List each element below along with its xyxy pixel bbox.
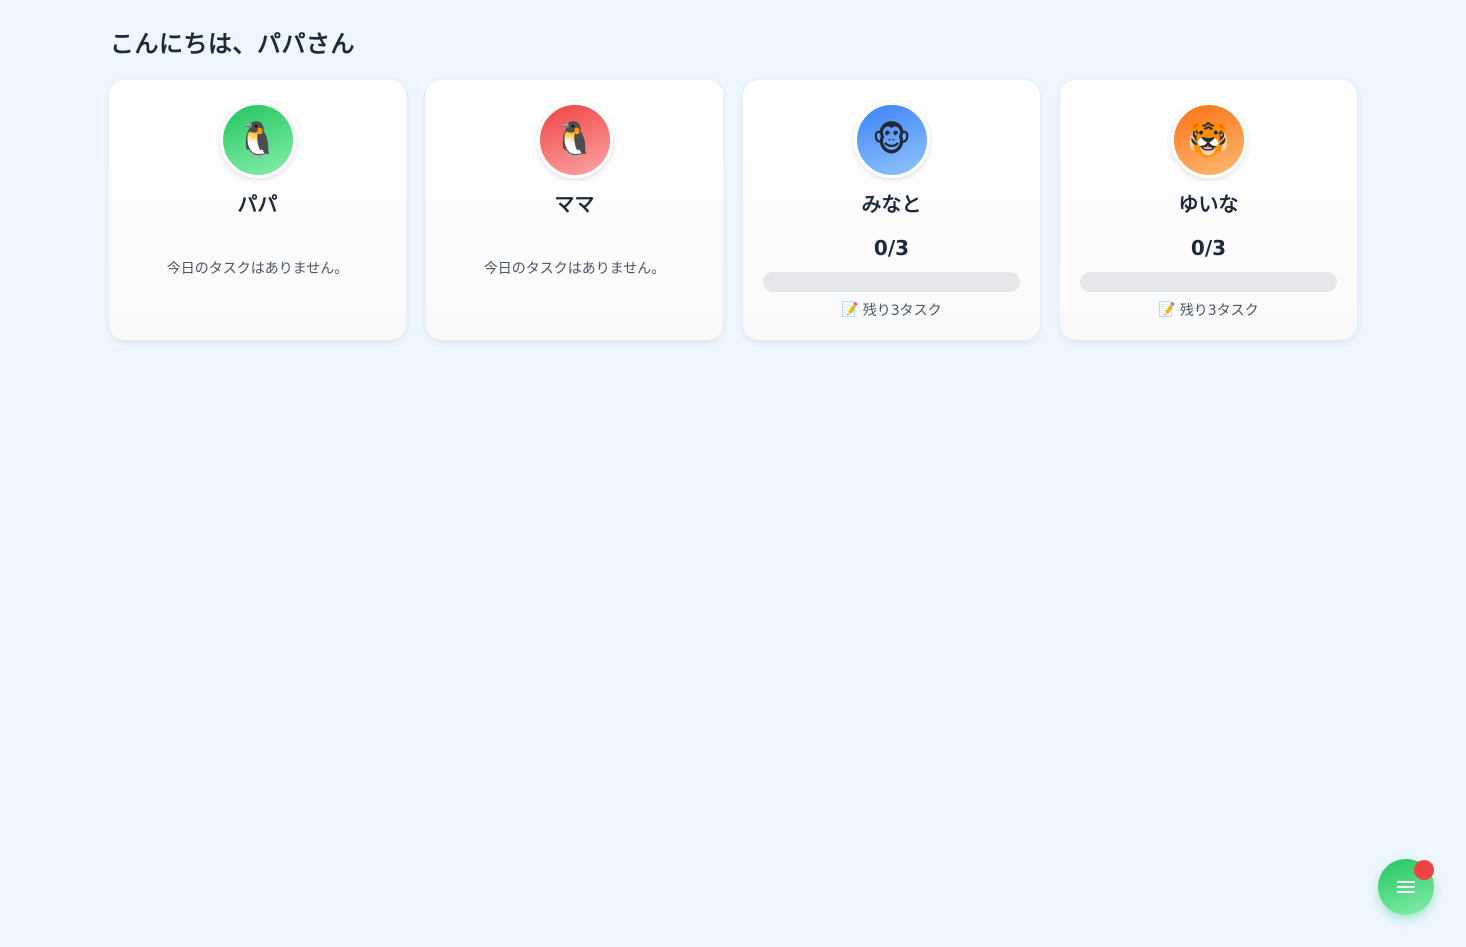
task-progress-bar (763, 272, 1020, 292)
member-cards: 🐧 パパ今日のタスクはありません。 🐧 ママ今日のタスクはありません。 🐵 みなと 0/3 📝… (109, 80, 1357, 340)
memo-icon: 📝 (1158, 302, 1176, 318)
member-name: ママ (554, 192, 595, 216)
remaining-tasks-label: 残り3タスク (1179, 303, 1259, 319)
avatar: 🐧 (219, 102, 296, 178)
dashboard-page: こんにちは、パパさん 🐧 パパ今日のタスクはありません。 🐧 ママ今日のタスクはありま… (0, 0, 1466, 947)
greeting-title: こんにちは、パパさん (110, 30, 355, 58)
remaining-tasks: 📝 残り3タスク (841, 300, 941, 320)
member-card[interactable]: 🐧 パパ今日のタスクはありません。 (109, 80, 406, 340)
monkey-icon: 🐵 (871, 120, 912, 160)
remaining-tasks-label: 残り3タスク (862, 303, 942, 319)
member-name: みなと (861, 192, 922, 216)
member-card[interactable]: 🐵 みなと 0/3 📝 残り3タスク (743, 80, 1040, 340)
no-tasks-message: 今日のタスクはありません。 (166, 261, 349, 277)
notification-dot (1414, 860, 1434, 880)
tiger-icon: 🐯 (1187, 120, 1230, 160)
task-count: 0/3 (873, 236, 910, 260)
avatar: 🐯 (1170, 102, 1247, 178)
penguin-icon: 🐧 (236, 120, 279, 160)
member-name: パパ (237, 192, 278, 216)
menu-icon (1397, 881, 1415, 893)
remaining-tasks: 📝 残り3タスク (1158, 300, 1258, 320)
member-name: ゆいな (1178, 192, 1239, 216)
memo-icon: 📝 (841, 302, 859, 318)
menu-fab-button[interactable] (1378, 859, 1434, 915)
member-card[interactable]: 🐧 ママ今日のタスクはありません。 (426, 80, 723, 340)
avatar: 🐵 (853, 102, 930, 178)
task-progress-bar (1080, 272, 1337, 292)
no-tasks-message: 今日のタスクはありません。 (483, 261, 666, 277)
avatar: 🐧 (536, 102, 613, 178)
penguin-icon: 🐧 (553, 120, 596, 160)
task-count: 0/3 (1190, 236, 1227, 260)
member-card[interactable]: 🐯 ゆいな 0/3 📝 残り3タスク (1060, 80, 1357, 340)
